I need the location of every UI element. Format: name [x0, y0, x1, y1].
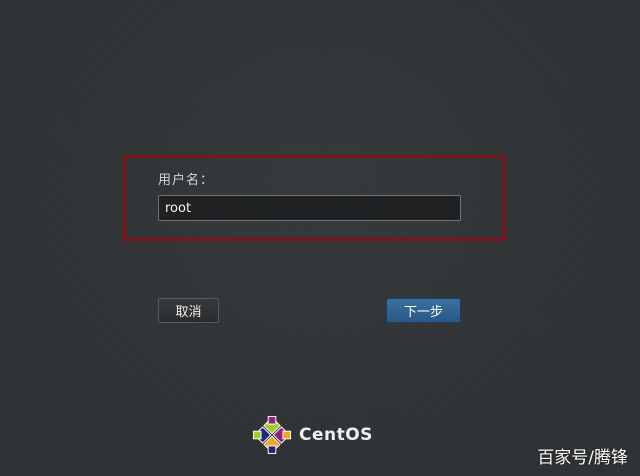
next-button-label: 下一步	[403, 305, 443, 320]
cancel-button-label: 取消	[175, 305, 202, 320]
next-button[interactable]: 下一步	[386, 298, 461, 323]
centos-logo-text: CentOS	[299, 425, 373, 445]
centos-logo-icon	[253, 416, 291, 454]
username-input[interactable]	[158, 195, 461, 221]
centos-logo: CentOS	[253, 416, 373, 454]
cancel-button[interactable]: 取消	[158, 298, 219, 323]
watermark-text: 百家号/腾锋	[537, 448, 628, 468]
username-label: 用户名：	[158, 173, 215, 188]
